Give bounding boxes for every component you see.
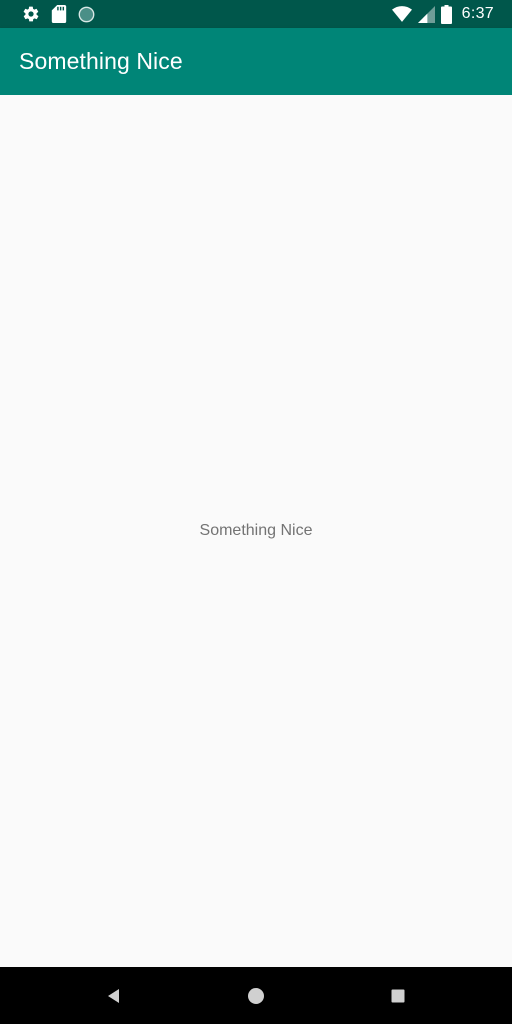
gear-icon <box>22 5 40 23</box>
status-left-icons <box>22 5 95 23</box>
wifi-icon <box>391 6 412 22</box>
signal-icon <box>417 5 435 23</box>
app-title: Something Nice <box>19 48 183 74</box>
main-content: Something Nice <box>0 95 512 967</box>
status-time: 6:37 <box>461 5 494 22</box>
center-text: Something Nice <box>199 522 313 539</box>
recents-button[interactable] <box>358 967 438 1024</box>
app-bar: Something Nice <box>0 28 512 95</box>
status-bar: 6:37 <box>0 0 512 28</box>
navigation-bar <box>0 967 512 1024</box>
back-button[interactable] <box>74 967 154 1024</box>
circle-icon <box>78 6 95 23</box>
home-icon <box>247 987 265 1005</box>
recents-icon <box>391 989 405 1003</box>
home-button[interactable] <box>216 967 296 1024</box>
sd-card-icon <box>51 5 67 23</box>
status-right-icons: 6:37 <box>391 4 494 24</box>
back-icon <box>106 988 122 1004</box>
battery-icon <box>440 4 452 24</box>
